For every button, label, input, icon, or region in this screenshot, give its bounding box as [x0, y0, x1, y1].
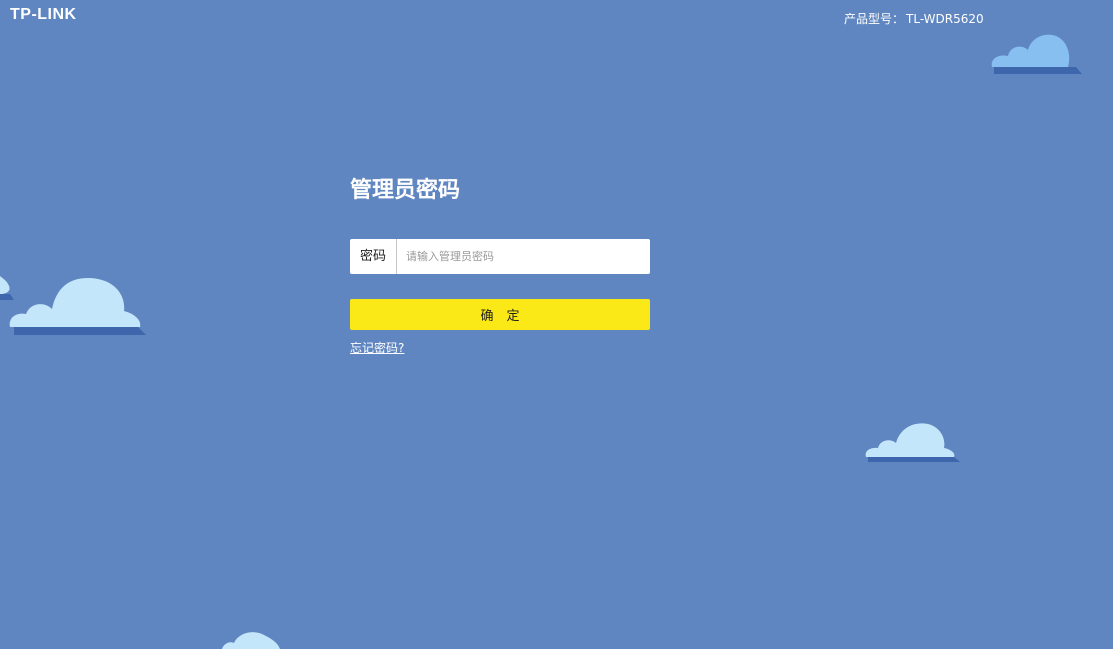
- cloud-icon: [222, 632, 280, 649]
- cloud-icon: [865, 423, 960, 462]
- product-model: 产品型号： TL-WDR5620: [844, 10, 984, 27]
- tp-link-logo: TP-LINK: [10, 6, 77, 23]
- forgot-password-link[interactable]: 忘记密码?: [350, 339, 404, 356]
- cloud-icon: [991, 34, 1082, 74]
- password-input[interactable]: [397, 239, 650, 274]
- login-panel: 管理员密码 密码 确 定 忘记密码?: [350, 175, 650, 355]
- password-label: 密码: [350, 239, 397, 274]
- product-model-label: 产品型号：: [844, 12, 905, 26]
- confirm-button[interactable]: 确 定: [350, 299, 650, 330]
- cloud-icon: [9, 278, 146, 335]
- login-title: 管理员密码: [350, 178, 461, 203]
- password-row: 密码: [350, 239, 650, 274]
- product-model-value: TL-WDR5620: [906, 12, 984, 26]
